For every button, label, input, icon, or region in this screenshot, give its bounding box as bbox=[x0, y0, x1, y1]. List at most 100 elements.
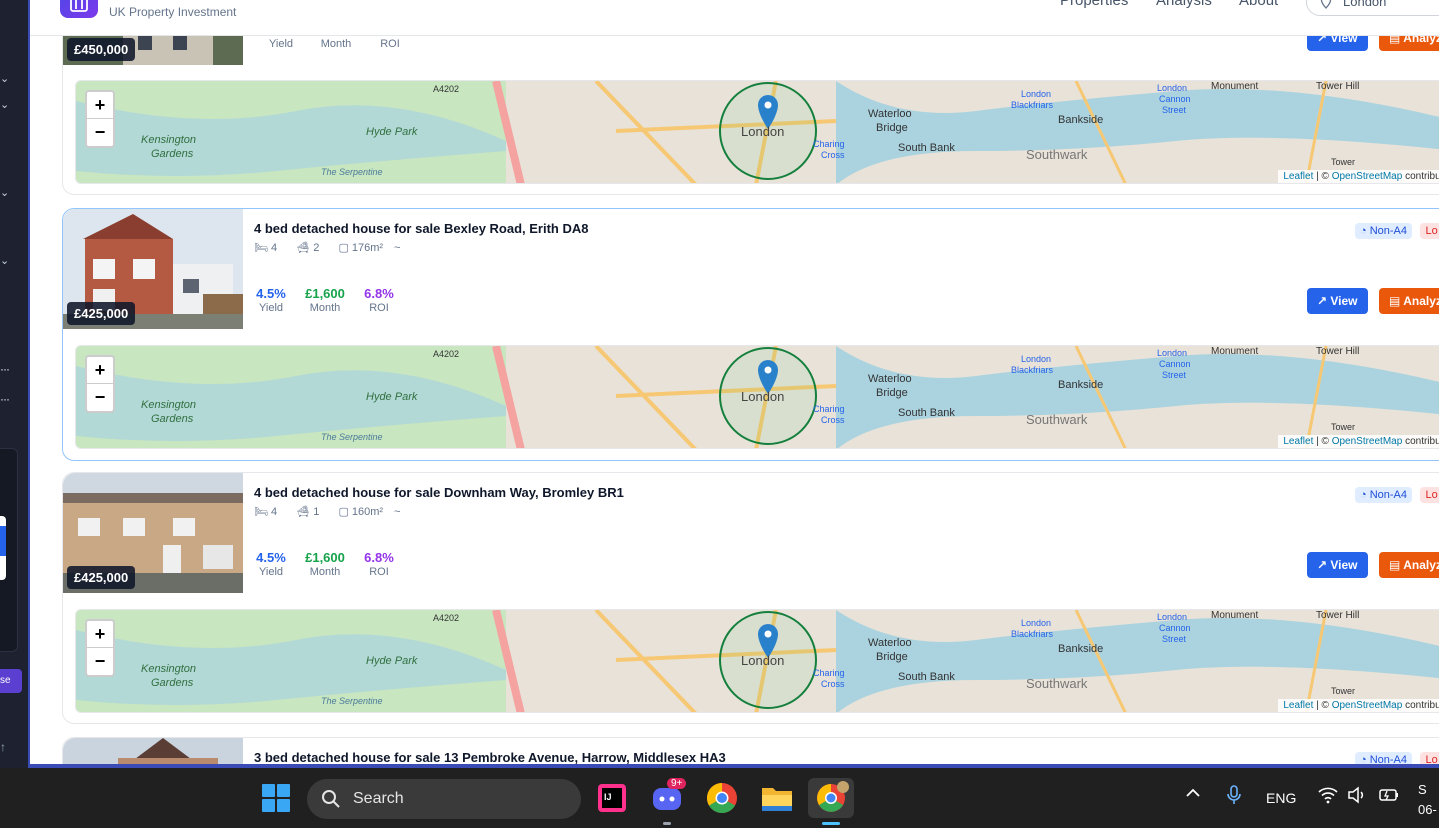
svg-text:Charing: Charing bbox=[813, 404, 845, 414]
windows-start-icon[interactable] bbox=[256, 778, 296, 818]
non-a4-badge: ◔ Non-A4 bbox=[1355, 487, 1412, 503]
taskbar-search[interactable]: Search bbox=[307, 779, 581, 819]
property-photo[interactable]: £425,000 bbox=[63, 473, 243, 593]
month-value: £1,600 bbox=[305, 550, 345, 565]
attrib-separator: | © bbox=[1316, 700, 1329, 711]
zoom-out-button[interactable]: − bbox=[87, 384, 113, 411]
chevron-up-icon[interactable] bbox=[1184, 784, 1202, 805]
svg-text:Blackfriars: Blackfriars bbox=[1011, 365, 1054, 375]
running-indicator bbox=[663, 822, 671, 825]
search-icon bbox=[322, 790, 340, 808]
nav-analysis[interactable]: Analysis bbox=[1156, 0, 1212, 9]
listing-title[interactable]: 4 bed detached house for sale Bexley Roa… bbox=[254, 221, 588, 236]
property-photo[interactable]: £425,000 bbox=[63, 209, 243, 329]
volume-icon[interactable] bbox=[1347, 786, 1367, 807]
file-explorer-icon[interactable] bbox=[757, 778, 797, 818]
osm-link[interactable]: OpenStreetMap bbox=[1332, 700, 1403, 711]
osm-link[interactable]: OpenStreetMap bbox=[1332, 171, 1403, 182]
wifi-icon[interactable] bbox=[1318, 786, 1338, 807]
month-value: £1,600 bbox=[305, 286, 345, 301]
property-map[interactable]: London Kensington Gardens Hyde Park The … bbox=[75, 609, 1439, 713]
listing-specs: 🛏︎ 4 🛁︎ 2 ▢ 176m² ~ bbox=[254, 241, 417, 254]
analyze-button[interactable]: ▤ Analyze bbox=[1378, 288, 1439, 314]
zoom-out-button[interactable]: − bbox=[87, 119, 113, 146]
chevron-down-icon[interactable]: ⌄ bbox=[0, 72, 14, 86]
property-map[interactable]: London Kensington Gardens Hyde Park The … bbox=[75, 345, 1439, 449]
osm-link[interactable]: OpenStreetMap bbox=[1332, 436, 1403, 447]
leaflet-link[interactable]: Leaflet bbox=[1283, 171, 1313, 182]
listing-title[interactable]: 3 bed detached house for sale 13 Pembrok… bbox=[254, 750, 726, 765]
chevron-down-icon[interactable]: ⌄ bbox=[0, 186, 14, 200]
zoom-in-button[interactable]: + bbox=[87, 92, 113, 119]
app-header: UK Property Investment Properties Analys… bbox=[30, 0, 1439, 36]
attrib-tail: contributo bbox=[1405, 436, 1439, 447]
svg-text:London: London bbox=[741, 389, 784, 404]
chrome-icon[interactable] bbox=[702, 778, 742, 818]
battery-icon[interactable] bbox=[1378, 786, 1400, 807]
yield-metric: 4.5% Yield bbox=[254, 550, 288, 578]
intellij-icon[interactable]: IJ bbox=[592, 778, 632, 818]
microphone-icon[interactable] bbox=[1225, 784, 1243, 809]
svg-text:Tower: Tower bbox=[1331, 157, 1355, 167]
roi-metric: 6.8% ROI bbox=[362, 550, 396, 578]
attrib-tail: contributo bbox=[1405, 700, 1439, 711]
map-pin-icon bbox=[1320, 0, 1332, 9]
roi-metric: 6.8% ROI bbox=[362, 286, 396, 314]
app-logo[interactable] bbox=[60, 0, 98, 18]
svg-text:Tower: Tower bbox=[1331, 686, 1355, 696]
nav-properties[interactable]: Properties bbox=[1060, 0, 1128, 9]
non-a4-badge: ◔ Non-A4 bbox=[1355, 752, 1412, 768]
listing-card: £425,000 4 bed detached house for sale D… bbox=[62, 472, 1439, 724]
badge-text: Non-A4 bbox=[1369, 754, 1407, 766]
zoom-in-button[interactable]: + bbox=[87, 357, 113, 384]
area-spec: ▢ 176m² ~ bbox=[338, 242, 401, 254]
svg-text:South Bank: South Bank bbox=[898, 671, 955, 683]
chevron-down-icon[interactable]: ⌄ bbox=[0, 254, 14, 268]
beds-value: 4 bbox=[271, 242, 278, 254]
chevron-down-icon[interactable]: ⌄ bbox=[0, 98, 14, 112]
analyze-button[interactable]: ▤ Analyze bbox=[1378, 552, 1439, 578]
view-button[interactable]: ↗ View bbox=[1307, 288, 1368, 314]
property-photo[interactable] bbox=[63, 738, 243, 768]
building-icon bbox=[70, 0, 88, 12]
taskbar-search-label: Search bbox=[353, 790, 404, 807]
side-action-button[interactable]: se bbox=[0, 669, 22, 693]
more-icon[interactable]: ··· bbox=[0, 362, 10, 376]
discord-icon[interactable]: 9+ bbox=[647, 778, 687, 818]
zoom-out-button[interactable]: − bbox=[87, 648, 113, 675]
map-zoom-control: + − bbox=[85, 90, 115, 148]
listing-specs: 🛏︎ 4 🛁︎ 1 ▢ 160m² ~ bbox=[254, 505, 417, 518]
arrow-up-icon[interactable]: ↑ bbox=[0, 740, 6, 754]
property-map[interactable]: London Kensington Gardens Hyde Park The … bbox=[75, 80, 1439, 184]
analyze-label: Analyze bbox=[1403, 294, 1439, 308]
chrome-profile-icon[interactable] bbox=[808, 778, 854, 818]
location-input[interactable]: London bbox=[1306, 0, 1439, 16]
price-tag: £425,000 bbox=[67, 566, 136, 589]
svg-text:Charing: Charing bbox=[813, 668, 845, 678]
roi-value: 6.8% bbox=[364, 286, 394, 301]
svg-text:Monument: Monument bbox=[1211, 346, 1258, 357]
beds-spec: 🛏︎ 4 bbox=[254, 242, 278, 254]
view-button[interactable]: ↗ View bbox=[1307, 552, 1368, 578]
baths-value: 1 bbox=[313, 506, 320, 518]
listing-card: £425,000 4 bed detached house for sale B… bbox=[62, 208, 1439, 461]
yield-label: Yield bbox=[258, 302, 284, 314]
non-a4-badge: ◔ Non-A4 bbox=[1355, 223, 1412, 239]
listing-title[interactable]: 4 bed detached house for sale Downham Wa… bbox=[254, 485, 624, 500]
zoom-in-button[interactable]: + bbox=[87, 621, 113, 648]
map-label-london: London bbox=[741, 124, 784, 139]
svg-text:Cannon: Cannon bbox=[1159, 623, 1191, 633]
svg-text:A4202: A4202 bbox=[433, 84, 459, 94]
browser-viewport: UK Property Investment Properties Analys… bbox=[28, 0, 1439, 768]
leaflet-link[interactable]: Leaflet bbox=[1283, 700, 1313, 711]
svg-text:Hyde Park: Hyde Park bbox=[366, 391, 418, 403]
baths-value: 2 bbox=[313, 242, 320, 254]
more-icon[interactable]: ··· bbox=[0, 392, 10, 406]
yield-label: Yield bbox=[258, 566, 284, 578]
language-indicator[interactable]: ENG bbox=[1266, 790, 1296, 806]
leaflet-link[interactable]: Leaflet bbox=[1283, 436, 1313, 447]
side-action-label: se bbox=[0, 675, 11, 686]
system-clock[interactable]: S 06- bbox=[1418, 780, 1437, 820]
badge-text: Non-A4 bbox=[1369, 225, 1407, 237]
nav-about[interactable]: About bbox=[1239, 0, 1278, 9]
